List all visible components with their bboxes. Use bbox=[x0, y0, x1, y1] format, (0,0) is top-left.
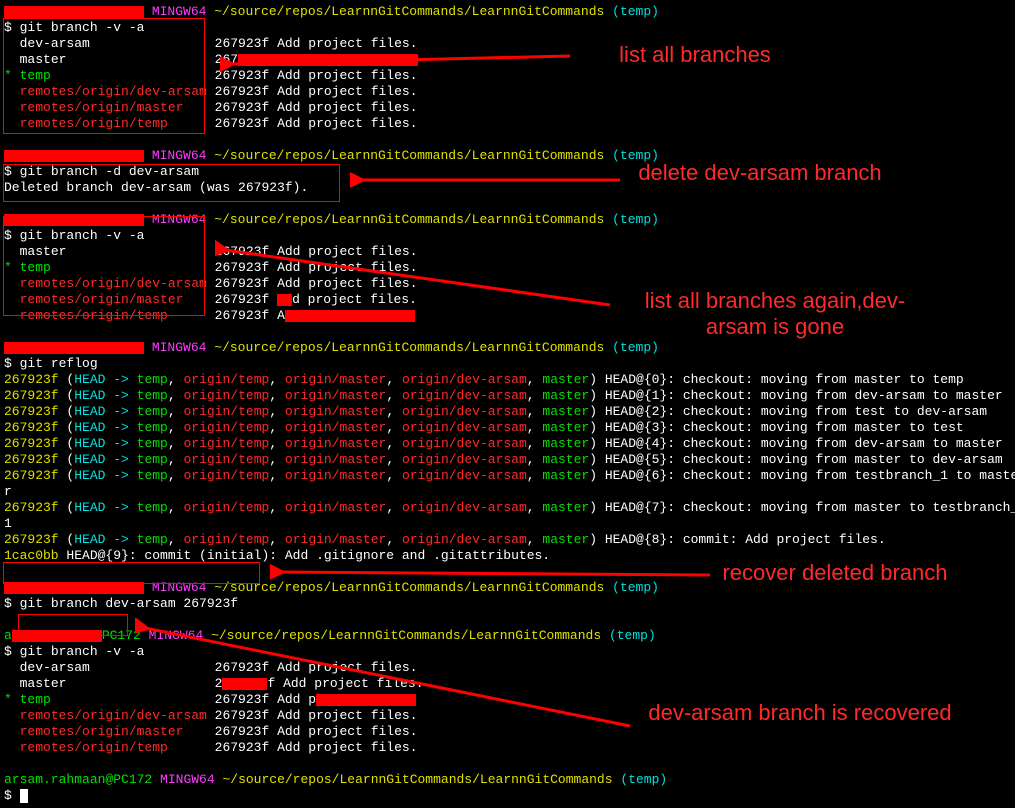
current-branch: (temp) bbox=[612, 4, 659, 19]
env: MINGW64 bbox=[152, 4, 207, 19]
command-line: $ git reflog bbox=[4, 356, 1011, 372]
cmd-create-branch: git branch dev-arsam 267923f bbox=[20, 596, 238, 611]
prompt-line: MINGW64 ~/source/repos/LearnnGitCommands… bbox=[4, 4, 1011, 20]
cursor-icon bbox=[20, 789, 28, 803]
reflog-row: 267923f (HEAD -> temp, origin/temp, orig… bbox=[4, 452, 1011, 468]
reflog-row: 267923f (HEAD -> temp, origin/temp, orig… bbox=[4, 420, 1011, 436]
branch-row: remotes/origin/temp 267923f Add project … bbox=[4, 116, 1011, 132]
branch-row: remotes/origin/master 267923f Add projec… bbox=[4, 100, 1011, 116]
reflog-row: 267923f (HEAD -> temp, origin/temp, orig… bbox=[4, 468, 1011, 484]
reflog-row: 267923f (HEAD -> temp, origin/temp, orig… bbox=[4, 500, 1011, 516]
command-line-empty[interactable]: $ bbox=[4, 788, 1011, 804]
user-host: arsam.rahmaan@PC172 bbox=[4, 772, 152, 787]
reflog-row: 267923f (HEAD -> temp, origin/temp, orig… bbox=[4, 532, 1011, 548]
arrow-icon bbox=[350, 165, 630, 195]
prompt-line: arsam.rahmaan@PC172 MINGW64 ~/source/rep… bbox=[4, 772, 1011, 788]
path: ~/source/repos/LearnnGitCommands/LearnnG… bbox=[214, 4, 604, 19]
reflog-row: 267923f (HEAD -> temp, origin/temp, orig… bbox=[4, 436, 1011, 452]
cmd-reflog: git reflog bbox=[20, 356, 98, 371]
branch-row: remotes/origin/dev-arsam 267923f Add pro… bbox=[4, 84, 1011, 100]
annotation: recover deleted branch bbox=[720, 560, 950, 586]
terminal: MINGW64 ~/source/repos/LearnnGitCommands… bbox=[0, 0, 1015, 808]
reflog-row: 1 bbox=[4, 516, 1011, 532]
cmd-delete-branch: git branch -d dev-arsam bbox=[20, 164, 199, 179]
command-line: $ git branch dev-arsam 267923f bbox=[4, 596, 1011, 612]
arrow-icon bbox=[270, 560, 720, 590]
reflog-row: 267923f (HEAD -> temp, origin/temp, orig… bbox=[4, 372, 1011, 388]
branch-row: remotes/origin/temp 267923f Add project … bbox=[4, 740, 1011, 756]
command-line: $ git branch -v -a bbox=[4, 20, 1011, 36]
annotation: list all branches bbox=[580, 42, 810, 68]
cmd-branch-va: git branch -v -a bbox=[20, 20, 145, 35]
arrow-icon bbox=[220, 44, 580, 74]
annotation: dev-arsam branch is recovered bbox=[640, 700, 960, 726]
annotation: list all branches again,dev-arsam is gon… bbox=[620, 288, 930, 340]
reflog-row: r bbox=[4, 484, 1011, 500]
arrow-icon bbox=[135, 618, 635, 738]
reflog-row: 267923f (HEAD -> temp, origin/temp, orig… bbox=[4, 388, 1011, 404]
prompt-line: MINGW64 ~/source/repos/LearnnGitCommands… bbox=[4, 212, 1011, 228]
prompt-line: MINGW64 ~/source/repos/LearnnGitCommands… bbox=[4, 340, 1011, 356]
arrow-icon bbox=[215, 240, 615, 315]
annotation: delete dev-arsam branch bbox=[630, 160, 890, 186]
reflog-row: 267923f (HEAD -> temp, origin/temp, orig… bbox=[4, 404, 1011, 420]
